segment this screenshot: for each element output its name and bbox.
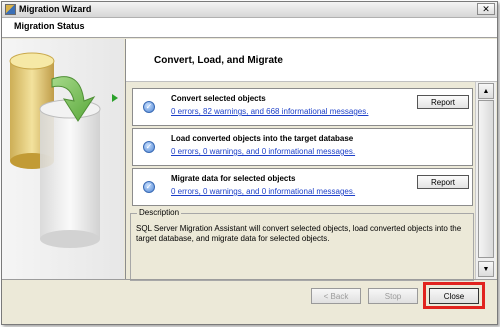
current-step-arrow-icon bbox=[112, 94, 118, 102]
task-title: Load converted objects into the target d… bbox=[171, 134, 354, 143]
task-list-area: ✓ Convert selected objects 0 errors, 82 … bbox=[126, 82, 497, 281]
wizard-graphic bbox=[2, 39, 124, 279]
footer-divider bbox=[2, 279, 497, 280]
scroll-thumb[interactable] bbox=[478, 100, 494, 258]
description-group: Description SQL Server Migration Assista… bbox=[130, 208, 474, 281]
window-close-button[interactable]: ✕ bbox=[477, 3, 495, 15]
description-text: SQL Server Migration Assistant will conv… bbox=[136, 224, 462, 243]
stop-button[interactable]: Stop bbox=[368, 288, 418, 304]
window-title: Migration Wizard bbox=[19, 4, 92, 14]
task-title: Convert selected objects bbox=[171, 94, 266, 103]
scroll-up-button[interactable]: ▲ bbox=[478, 83, 494, 99]
check-circle-icon: ✓ bbox=[143, 101, 155, 113]
report-button-convert[interactable]: Report bbox=[417, 95, 469, 109]
check-circle-icon: ✓ bbox=[143, 141, 155, 153]
database-cylinders-with-arrow-icon bbox=[9, 52, 101, 248]
migration-wizard-window: Migration Wizard ✕ Migration Status Conv… bbox=[1, 1, 498, 325]
task-summary-link[interactable]: 0 errors, 0 warnings, and 0 informationa… bbox=[171, 187, 355, 196]
app-icon bbox=[5, 4, 16, 15]
task-load: ✓ Load converted objects into the target… bbox=[132, 128, 473, 166]
task-title: Migrate data for selected objects bbox=[171, 174, 296, 183]
task-summary-link[interactable]: 0 errors, 82 warnings, and 668 informati… bbox=[171, 107, 368, 116]
title-bar: Migration Wizard ✕ bbox=[2, 2, 497, 18]
step-title: Convert, Load, and Migrate bbox=[154, 55, 283, 66]
page-header: Migration Status bbox=[2, 18, 497, 38]
task-migrate-data: ✓ Migrate data for selected objects 0 er… bbox=[132, 168, 473, 206]
report-button-migrate[interactable]: Report bbox=[417, 175, 469, 189]
check-circle-icon: ✓ bbox=[143, 181, 155, 193]
back-button[interactable]: < Back bbox=[311, 288, 361, 304]
close-button-highlight bbox=[423, 282, 485, 309]
scroll-down-button[interactable]: ▼ bbox=[478, 261, 494, 277]
task-convert: ✓ Convert selected objects 0 errors, 82 … bbox=[132, 88, 473, 126]
task-summary-link[interactable]: 0 errors, 0 warnings, and 0 informationa… bbox=[171, 147, 355, 156]
page-title: Migration Status bbox=[14, 21, 85, 31]
description-label: Description bbox=[137, 208, 182, 217]
vertical-scrollbar[interactable]: ▲ ▼ bbox=[475, 82, 496, 279]
step-banner: Convert, Load, and Migrate bbox=[126, 39, 497, 82]
